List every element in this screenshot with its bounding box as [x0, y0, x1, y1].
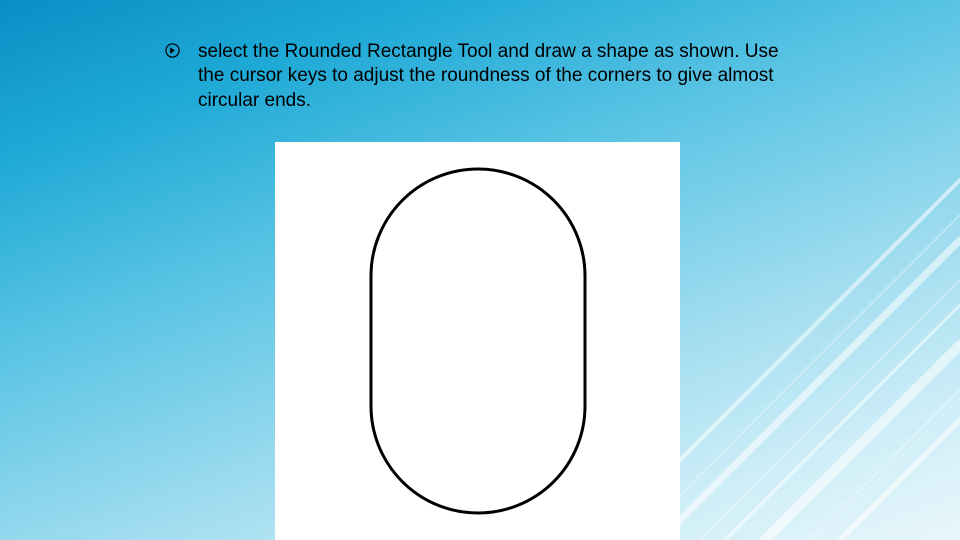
circled-arrow-icon — [165, 43, 180, 63]
bullet-item: select the Rounded Rectangle Tool and dr… — [165, 40, 805, 113]
instruction-text: select the Rounded Rectangle Tool and dr… — [198, 40, 805, 113]
slide-body: select the Rounded Rectangle Tool and dr… — [165, 40, 805, 113]
rounded-rectangle-shape — [363, 161, 593, 521]
example-image-card — [275, 142, 680, 540]
